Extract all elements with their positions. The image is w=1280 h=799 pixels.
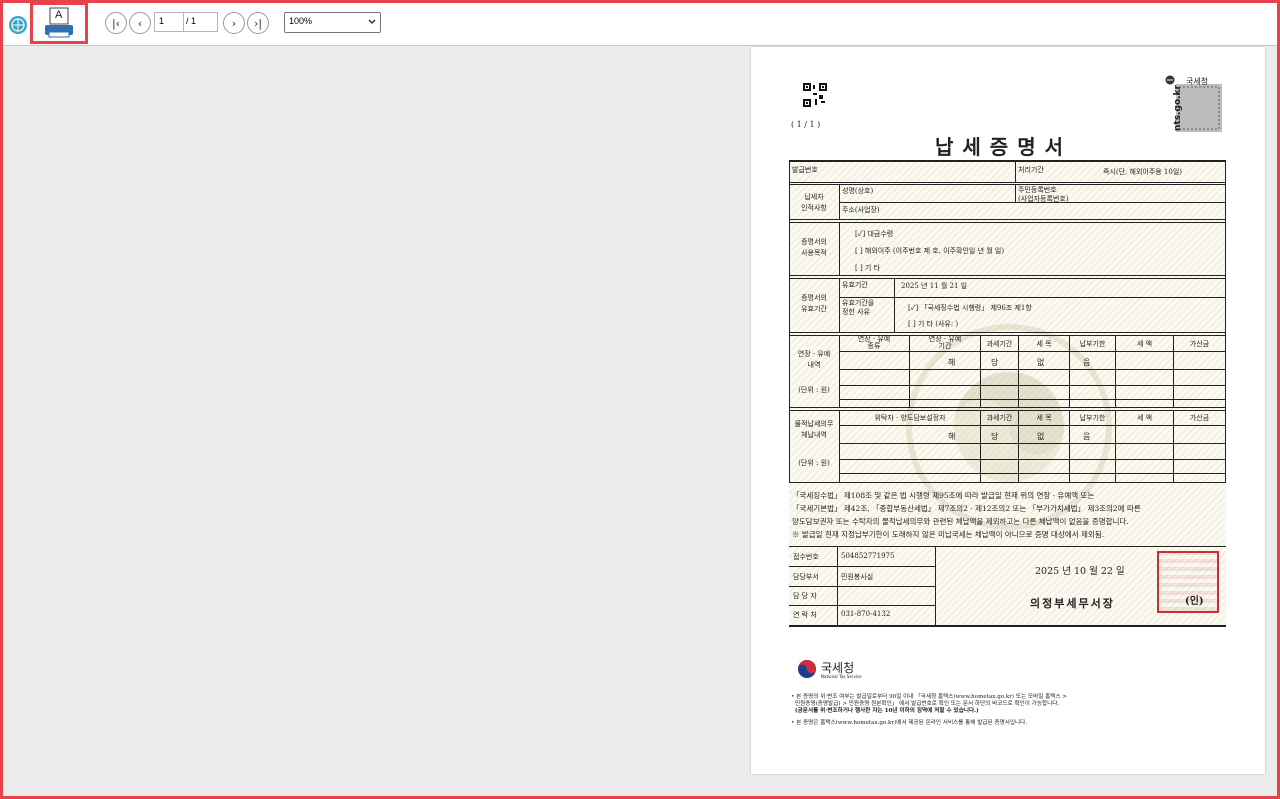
contact-label: 연 락 처 bbox=[793, 611, 817, 619]
validity-label: 증명서의 유효기간 bbox=[801, 294, 827, 313]
deferral-header-penalty: 가산금 bbox=[1189, 340, 1210, 348]
processing-period-label: 처리기간 bbox=[1018, 166, 1044, 174]
next-page-button[interactable]: › bbox=[223, 12, 245, 34]
receipt-no-label: 접수번호 bbox=[793, 553, 819, 561]
validity-reason-other: [ ] 기 타 (사유: ) bbox=[908, 320, 959, 328]
purpose-option-other: [ ] 기 타 bbox=[855, 264, 881, 272]
body-line-1: 「국세징수법」 제108조 및 같은 법 시행령 제95조에 따라 발급일 현재… bbox=[792, 491, 1095, 500]
trust-label: 물적납세의무 체납내역 bbox=[794, 420, 834, 439]
taxpayer-label: 납세자 인적사항 bbox=[801, 193, 827, 212]
chevron-down-icon bbox=[368, 19, 376, 24]
deferral-none-2: 당 bbox=[991, 358, 999, 367]
trust-header-tax-period: 과세기간 bbox=[986, 414, 1013, 422]
nts-logo-icon bbox=[798, 660, 816, 678]
deferral-label: 연장 · 유예 내역 bbox=[797, 350, 831, 369]
certificate-page: 국세청 nts.go.kr ( 1 / 1 ) 납세증명서 발급번호 처리기간 bbox=[751, 47, 1265, 774]
deferral-header-tax-item: 세 목 bbox=[1036, 340, 1052, 348]
seal-label: (인) bbox=[1185, 596, 1204, 607]
body-line-3: 양도담보권자 또는 수탁자의 물적납세의무와 관련된 체납액을 제외하고는 다른… bbox=[792, 517, 1129, 526]
page-indicator: ( 1 / 1 ) bbox=[791, 120, 821, 129]
page-number-input[interactable]: 1 bbox=[154, 12, 184, 32]
trust-header-penalty: 가산금 bbox=[1189, 414, 1210, 422]
trust-none-3: 없 bbox=[1037, 432, 1045, 441]
deferral-none-3: 없 bbox=[1037, 358, 1045, 367]
purpose-option-emigration: [ ] 해외이주 (이주번호 제 호, 이주확인일 년 월 일) bbox=[855, 247, 1005, 255]
receipt-no: 504852771975 bbox=[841, 552, 895, 560]
note-line-3: (공문서를 위·변조하거나 행사한 자는 10년 이하의 징역에 처할 수 있습… bbox=[795, 708, 979, 714]
purpose-label: 증명서의 사용목적 bbox=[801, 238, 827, 257]
validity-period-label: 유효기간 bbox=[842, 281, 868, 289]
trust-none-4: 음 bbox=[1083, 432, 1091, 441]
zoom-select[interactable]: 100% bbox=[284, 12, 381, 33]
issue-date: 2025 년 10 월 22 일 bbox=[1035, 566, 1125, 577]
print-glyph: A bbox=[55, 9, 63, 21]
prev-page-button[interactable]: ‹ bbox=[129, 12, 151, 34]
trust-unit: (단위 : 원) bbox=[798, 459, 830, 467]
document-title: 납세증명서 bbox=[935, 135, 1072, 159]
issuer: 의정부세무서장 bbox=[1030, 597, 1115, 610]
rrn-label: 주민등록번호 (사업자등록번호) bbox=[1018, 186, 1069, 203]
note-line-4: • 본 증명은 홈택스(www.hometax.go.kr)에서 제공된 온라인… bbox=[791, 720, 1028, 726]
contact: 031-870-4132 bbox=[841, 610, 891, 618]
trust-none-2: 당 bbox=[991, 432, 999, 441]
qr-code-small bbox=[803, 83, 827, 107]
zoom-value: 100% bbox=[289, 16, 313, 26]
purpose-option-receipt: [✓] 대금수령 bbox=[855, 230, 894, 238]
name-label: 성명(상호) bbox=[842, 187, 874, 195]
footer-logo-en: National Tax Service bbox=[821, 674, 862, 679]
issue-no-label: 발급번호 bbox=[792, 166, 818, 174]
deferral-unit: (단위 : 원) bbox=[798, 386, 830, 394]
processing-period-value: 즉시(단, 해외이주용 10일) bbox=[1103, 168, 1183, 176]
site-url: nts.go.kr bbox=[1172, 85, 1183, 131]
nts-mark-icon bbox=[1165, 75, 1175, 85]
chevron-left-icon: ‹ bbox=[137, 16, 143, 30]
page-total: / 1 bbox=[184, 12, 218, 32]
dept-label: 담당부서 bbox=[793, 573, 819, 581]
first-page-button[interactable]: |‹ bbox=[105, 12, 127, 34]
deferral-none-1: 해 bbox=[948, 358, 956, 367]
deferral-none-4: 음 bbox=[1083, 358, 1091, 367]
trust-header-due-date: 납부기한 bbox=[1079, 414, 1106, 422]
address-label: 주소(사업장) bbox=[842, 206, 880, 214]
deferral-header-tax-period: 과세기간 bbox=[986, 340, 1013, 348]
deferral-header-amount: 세 액 bbox=[1136, 340, 1153, 348]
last-page-icon: ›| bbox=[253, 16, 263, 30]
officer-label: 담 당 자 bbox=[793, 592, 817, 600]
deferral-header-due-date: 납부기한 bbox=[1079, 340, 1106, 348]
print-button[interactable]: A bbox=[30, 2, 88, 44]
last-page-button[interactable]: ›| bbox=[247, 12, 269, 34]
globe-icon[interactable] bbox=[8, 15, 28, 35]
dept: 민원봉사실 bbox=[841, 573, 874, 581]
validity-reason-law: [✓] 「국세징수법 시행령」 제96조 제1항 bbox=[908, 304, 1032, 312]
validity-date: 2025 년 11 월 21 일 bbox=[901, 282, 968, 290]
trust-none-1: 해 bbox=[948, 432, 956, 441]
body-line-4: ※ 발급일 현재 지정납부기한이 도래하지 않은 미납국세는 체납액이 아니므로… bbox=[792, 530, 1105, 539]
deferral-header-type: 연장 · 유예 종류 bbox=[857, 335, 891, 350]
chevron-right-icon: › bbox=[231, 16, 237, 30]
trust-header-amount: 세 액 bbox=[1136, 414, 1153, 422]
validity-reason-label: 유효기간을 정한 사유 bbox=[842, 299, 875, 316]
trust-header-tax-item: 세 목 bbox=[1036, 414, 1052, 422]
deferral-header-period: 연장 · 유예 기간 bbox=[928, 335, 962, 350]
agency-header: 국세청 bbox=[1186, 77, 1209, 86]
first-page-icon: |‹ bbox=[111, 16, 121, 30]
trust-header-trustor: 위탁자 · 양도담보설정자 bbox=[874, 414, 946, 422]
body-line-2: 「국세기본법」 제42조, 「종합부동산세법」 제7조의2 · 제12조의2 또… bbox=[792, 504, 1141, 513]
